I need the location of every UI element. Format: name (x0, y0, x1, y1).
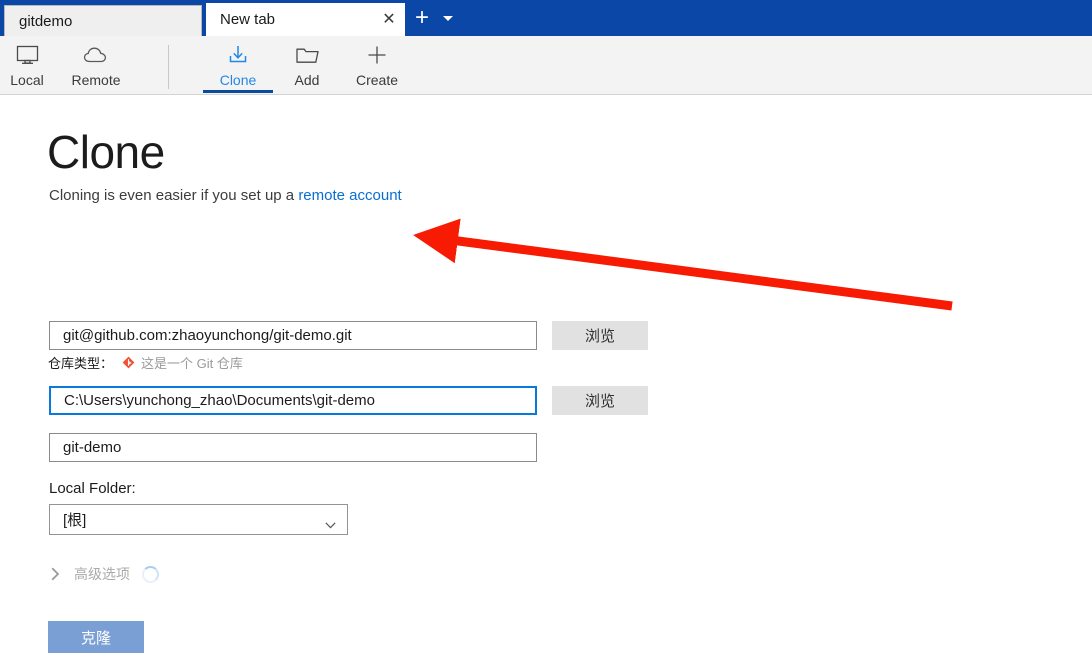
advanced-options-label: 高级选项 (74, 566, 130, 582)
toolbar-item-clone-label: Clone (219, 72, 257, 88)
browse-url-button[interactable]: 浏览 (552, 321, 648, 350)
local-folder-select[interactable]: [根] (49, 504, 348, 535)
tab-gitdemo-label: gitdemo (19, 12, 73, 30)
repository-type-value: 这是一个 Git 仓库 (141, 356, 243, 371)
toolbar-item-add-label: Add (294, 72, 320, 88)
new-tab-button[interactable]: + (409, 6, 435, 31)
toolbar-item-clone[interactable]: Clone (203, 40, 273, 94)
toolbar-item-remote-label: Remote (71, 72, 121, 88)
local-path-input[interactable]: C:\Users\yunchong_zhao\Documents\git-dem… (49, 386, 537, 415)
tab-new-tab-label: New tab (220, 11, 276, 28)
cloud-icon (83, 42, 109, 68)
close-icon[interactable]: ✕ (380, 11, 398, 29)
local-folder-label: Local Folder: (49, 480, 136, 497)
main-content: Clone Cloning is even easier if you set … (0, 95, 1092, 653)
repository-url-input[interactable]: git@github.com:zhaoyunchong/git-demo.git (49, 321, 537, 350)
plus-icon (366, 42, 388, 68)
repository-type-row: 仓库类型： 这是一个 Git 仓库 (48, 353, 243, 372)
clone-button[interactable]: 克隆 (48, 621, 144, 653)
subtitle-text: Cloning is even easier if you set up a (49, 187, 299, 204)
tab-gitdemo[interactable]: gitdemo (4, 5, 202, 36)
toolbar-item-local-label: Local (10, 72, 44, 88)
remote-account-link[interactable]: remote account (298, 187, 401, 204)
title-bar: gitdemo New tab ✕ + (0, 0, 1092, 36)
repository-type-label: 仓库类型： (48, 356, 114, 371)
toolbar-item-create[interactable]: Create (342, 40, 412, 94)
subtitle: Cloning is even easier if you set up a r… (49, 187, 402, 204)
page-title: Clone (47, 126, 165, 178)
repository-name-input[interactable]: git-demo (49, 433, 537, 462)
chevron-down-icon (325, 516, 336, 529)
toolbar-item-local[interactable]: Local (0, 40, 62, 94)
download-icon (227, 42, 249, 68)
chevron-down-icon[interactable] (442, 14, 454, 24)
toolbar-item-add[interactable]: Add (272, 40, 342, 94)
local-folder-value: [根] (63, 512, 87, 529)
loading-spinner-icon (142, 565, 159, 583)
chevron-right-icon (51, 567, 64, 582)
toolbar-separator (168, 45, 169, 89)
browse-path-button[interactable]: 浏览 (552, 386, 648, 415)
monitor-icon (16, 42, 39, 68)
active-tab-underline (203, 90, 273, 93)
toolbar-item-create-label: Create (355, 72, 399, 88)
toolbar: Local Remote Clone Add Create (0, 36, 1092, 95)
toolbar-item-remote[interactable]: Remote (61, 40, 131, 94)
folder-icon (295, 42, 320, 68)
git-diamond-icon (122, 356, 135, 369)
advanced-options-toggle[interactable]: 高级选项 (51, 564, 159, 584)
tab-new-tab[interactable]: New tab (206, 3, 405, 36)
